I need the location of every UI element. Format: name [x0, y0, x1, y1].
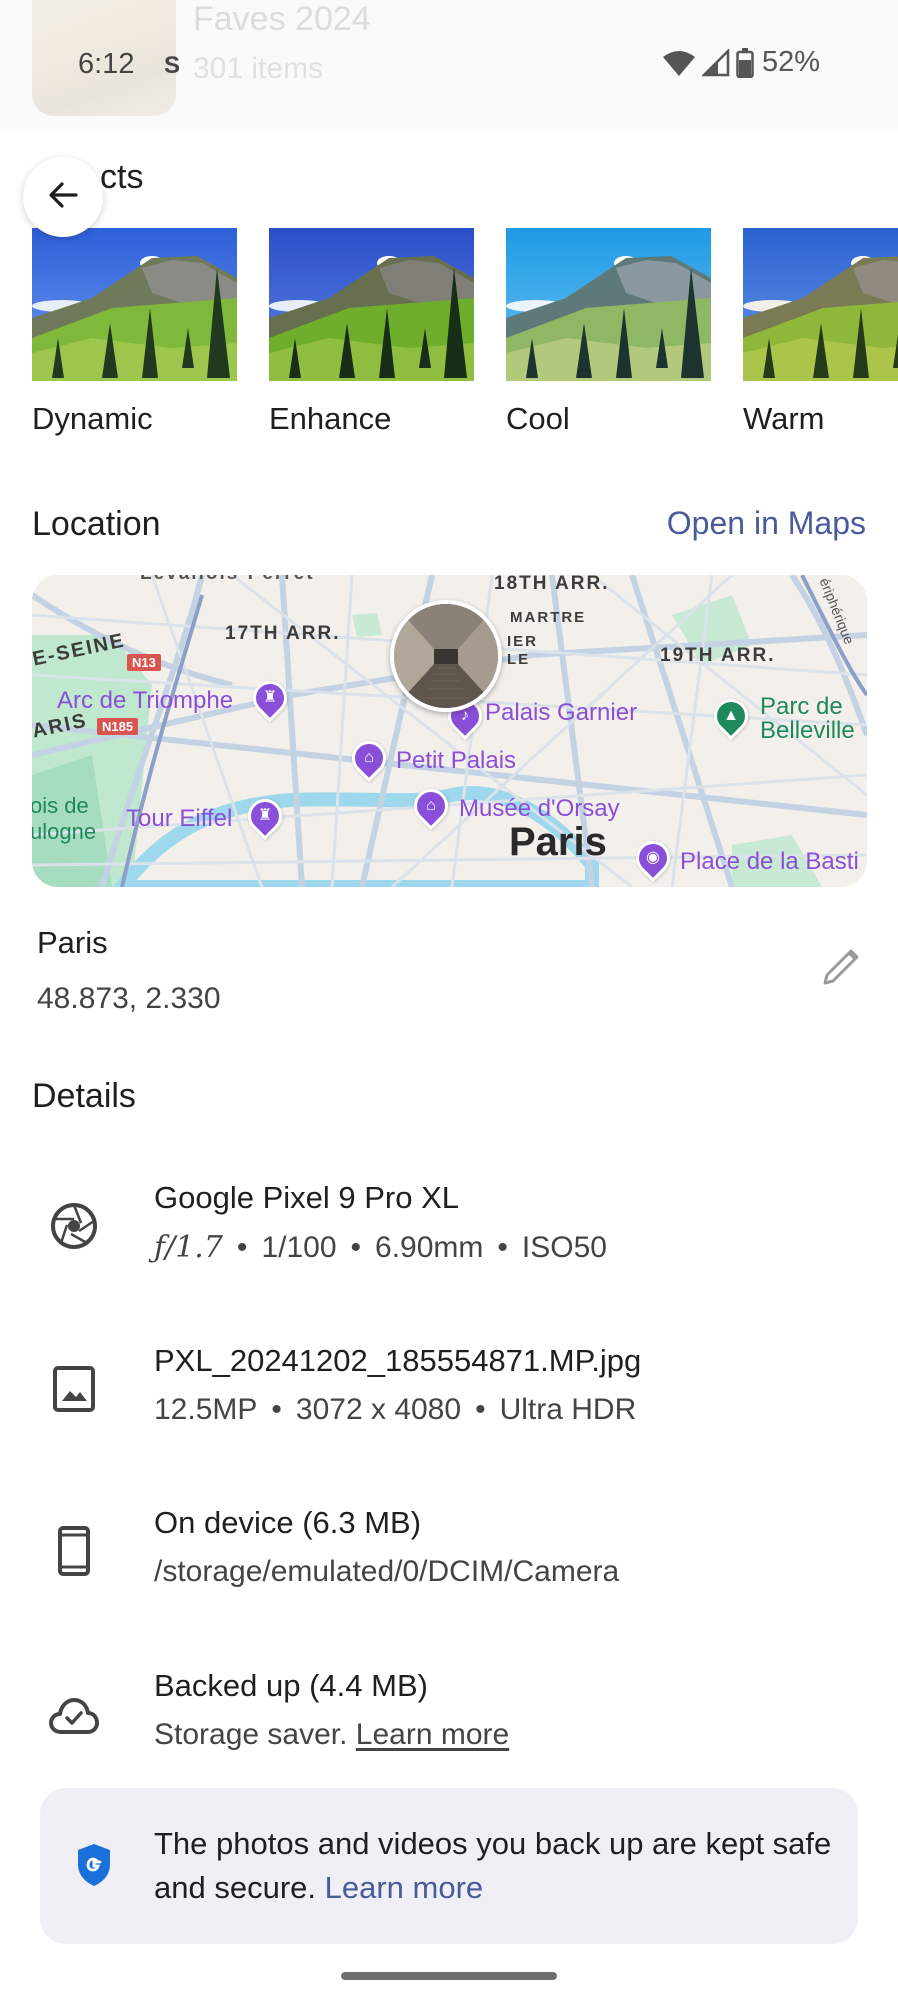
google-shield-icon	[76, 1842, 112, 1893]
map-label-levallois: Levallois-Perret	[140, 575, 315, 585]
place-coordinates: 48.873, 2.330	[37, 982, 221, 1015]
map-label-18th-arr: 18TH ARR.	[494, 575, 610, 594]
poi-place-de-la-bastille[interactable]: Place de la Basti	[680, 848, 859, 876]
image-icon	[46, 1361, 102, 1417]
security-learn-more-link[interactable]: Learn more	[325, 1870, 484, 1905]
effects-carousel[interactable]: Dynamic Enhance Cool Warm	[32, 228, 898, 437]
poi-palais-garnier[interactable]: Palais Garnier	[485, 699, 637, 727]
effect-label: Warm	[743, 401, 825, 436]
resolution: 3072 x 4080	[295, 1393, 462, 1426]
place-name: Paris	[37, 925, 108, 960]
map-label-city: Paris	[509, 820, 607, 864]
device-storage-label: On device (6.3 MB)	[154, 1505, 422, 1540]
shutter-speed: 1/100	[261, 1231, 337, 1264]
battery-percent: 52%	[761, 46, 820, 78]
details-section-title: Details	[32, 1077, 136, 1115]
map-label-bois-1: ois de	[32, 793, 89, 818]
back-button[interactable]	[23, 157, 103, 237]
poi-musee-dorsay[interactable]: Musée d'Orsay	[459, 795, 620, 823]
effect-dynamic[interactable]: Dynamic	[32, 228, 237, 437]
megapixels: 12.5MP	[154, 1393, 258, 1426]
pencil-icon	[821, 947, 861, 992]
effect-enhance[interactable]: Enhance	[269, 228, 474, 437]
album-item-count: 301 items	[193, 52, 324, 85]
effect-label: Enhance	[269, 401, 392, 436]
effect-thumbnail	[269, 228, 474, 381]
storage-saver-text: Storage saver.	[154, 1718, 348, 1751]
status-time: 6:12	[78, 48, 135, 80]
effect-thumbnail	[506, 228, 711, 381]
photo-thumbnail	[394, 604, 498, 708]
edit-location-button[interactable]	[818, 946, 864, 992]
photo-location-marker[interactable]	[390, 600, 502, 712]
map-label-montmartre: MARTRE	[510, 609, 587, 626]
phone-icon	[46, 1523, 102, 1579]
location-map[interactable]: Levallois-Perret 18TH ARR. 17TH ARR. 19T…	[32, 575, 867, 887]
effect-cool[interactable]: Cool	[506, 228, 711, 437]
cellular-signal-icon	[701, 48, 730, 77]
status-icons: 52%	[662, 46, 820, 79]
effect-label: Dynamic	[32, 401, 153, 436]
road-badge-n185: N185	[97, 718, 139, 735]
map-label-quartier-1: IER	[507, 633, 539, 650]
backup-security-card: The photos and videos you back up are ke…	[40, 1788, 858, 1944]
aperture-value: ƒ/1.7	[154, 1230, 223, 1265]
map-label-bois-2: ulogne	[32, 819, 97, 844]
poi-petit-palais[interactable]: Petit Palais	[396, 747, 516, 775]
map-label-quartier-2: LE	[507, 651, 531, 668]
file-format: Ultra HDR	[499, 1393, 637, 1426]
file-name: PXL_20241202_185554871.MP.jpg	[154, 1343, 642, 1378]
poi-arc-de-triomphe[interactable]: Arc de Triomphe	[57, 687, 233, 715]
camera-model: Google Pixel 9 Pro XL	[154, 1180, 460, 1215]
poi-parc-de-belleville-2[interactable]: Belleville	[760, 717, 855, 745]
battery-icon	[736, 47, 754, 78]
wifi-icon	[662, 49, 696, 77]
device-storage-path: /storage/emulated/0/DCIM/Camera	[154, 1555, 620, 1588]
effect-label: Cool	[506, 401, 570, 436]
poi-tour-eiffel[interactable]: Tour Eiffel	[126, 805, 232, 833]
road-badge-n13: N13	[127, 654, 161, 671]
camera-settings: ƒ/1.7 • 1/100 • 6.90mm • ISO50	[154, 1230, 607, 1265]
arrow-left-icon	[46, 178, 80, 217]
backup-learn-more-link[interactable]: Learn more	[356, 1718, 509, 1751]
notification-icon: S	[164, 52, 181, 79]
backup-label: Backed up (4.4 MB)	[154, 1668, 428, 1703]
cloud-done-icon	[46, 1688, 102, 1744]
location-section-title: Location	[32, 505, 161, 543]
album-title: Faves 2024	[193, 0, 371, 38]
focal-length: 6.90mm	[375, 1231, 484, 1264]
aperture-icon	[46, 1198, 102, 1254]
backup-mode: Storage saver. Learn more	[154, 1718, 509, 1752]
backup-security-text: The photos and videos you back up are ke…	[154, 1822, 834, 1910]
file-properties: 12.5MP • 3072 x 4080 • Ultra HDR	[154, 1393, 637, 1426]
open-in-maps-link[interactable]: Open in Maps	[667, 505, 866, 542]
effect-thumbnail	[32, 228, 237, 381]
iso-value: ISO50	[521, 1231, 607, 1264]
map-label-19th-arr: 19TH ARR.	[660, 645, 776, 666]
backup-security-message: The photos and videos you back up are ke…	[154, 1826, 832, 1905]
home-indicator[interactable]	[341, 1972, 557, 1980]
effect-thumbnail	[743, 228, 898, 381]
effect-warm[interactable]: Warm	[743, 228, 898, 437]
map-label-17th-arr: 17TH ARR.	[225, 623, 341, 644]
